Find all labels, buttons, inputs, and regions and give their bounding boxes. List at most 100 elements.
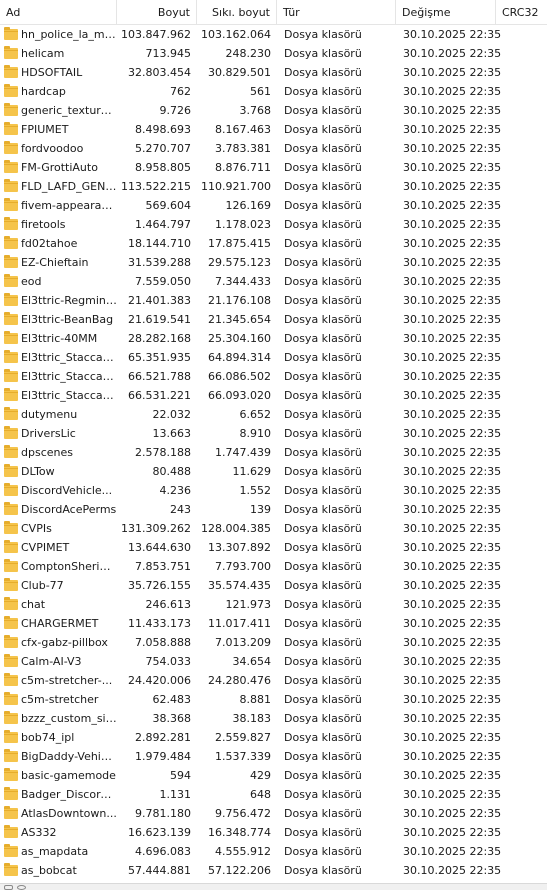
- packed-size-cell: 7.013.209: [215, 636, 271, 649]
- type-cell: Dosya klasörü: [284, 522, 362, 535]
- table-row[interactable]: DiscordAcePerms 243 139 Dosya klasörü 30.10.…: [0, 500, 547, 519]
- packed-size-cell: 3.783.381: [215, 142, 271, 155]
- table-row[interactable]: El3ttric-BeanBag 21.619.541 21.345.654 Dosy…: [0, 310, 547, 329]
- modified-cell: 30.10.2025 22:35: [403, 313, 502, 326]
- table-row[interactable]: generic_texture_... 9.726 3.768 Dosya klasö…: [0, 101, 547, 120]
- table-row[interactable]: Badger_Discord_... 1.131 648 Dosya klasörü 3…: [0, 785, 547, 804]
- modified-cell: 30.10.2025 22:35: [403, 28, 502, 41]
- table-row[interactable]: c5m-stretcher-... 24.420.006 24.280.476 Dos…: [0, 671, 547, 690]
- size-cell: 66.531.221: [128, 389, 191, 402]
- folder-icon: [4, 103, 18, 116]
- table-row[interactable]: EZ-Chieftain 31.539.288 29.575.123 Dosya kl…: [0, 253, 547, 272]
- item-name: bzzz_custom_sig...: [21, 712, 116, 725]
- table-row[interactable]: fivem-appearance 569.604 126.169 Dosya klas…: [0, 196, 547, 215]
- table-row[interactable]: El3ttric-40MM 28.282.168 25.304.160 Dosya k…: [0, 329, 547, 348]
- table-row[interactable]: Calm-AI-V3 754.033 34.654 Dosya klasörü 30.1…: [0, 652, 547, 671]
- item-name: chat: [21, 598, 46, 611]
- table-row[interactable]: FLD_LAFD_GENE... 113.522.215 110.921.700 Do…: [0, 177, 547, 196]
- table-row[interactable]: c5m-stretcher 62.483 8.881 Dosya klasörü 30.…: [0, 690, 547, 709]
- table-row[interactable]: helicam 713.945 248.230 Dosya klasörü 30.10.…: [0, 44, 547, 63]
- table-row[interactable]: HDSOFTAIL 32.803.454 30.829.501 Dosya klasö…: [0, 63, 547, 82]
- table-row[interactable]: hn_police_la_me... 103.847.962 103.162.064…: [0, 25, 547, 44]
- table-row[interactable]: El3ttric_Staccato... 66.521.788 66.086.502…: [0, 367, 547, 386]
- size-cell: 131.309.262: [121, 522, 191, 535]
- table-row[interactable]: CHARGERMET 11.433.173 11.017.411 Dosya klas…: [0, 614, 547, 633]
- modified-cell: 30.10.2025 22:35: [403, 693, 502, 706]
- packed-size-cell: 30.829.501: [208, 66, 271, 79]
- modified-cell: 30.10.2025 22:35: [403, 655, 502, 668]
- table-row[interactable]: hardcap 762 561 Dosya klasörü 30.10.2025 22:…: [0, 82, 547, 101]
- table-row[interactable]: AtlasDowntown... 9.781.180 9.756.472 Dosya …: [0, 804, 547, 823]
- table-row[interactable]: DiscordVehicle... 4.236 1.552 Dosya klasörü…: [0, 481, 547, 500]
- type-cell: Dosya klasörü: [284, 465, 362, 478]
- column-header-crc32[interactable]: CRC32: [496, 0, 547, 24]
- packed-size-cell: 3.768: [239, 104, 272, 117]
- table-row[interactable]: FPIUMET 8.498.693 8.167.463 Dosya klasörü 30…: [0, 120, 547, 139]
- type-cell: Dosya klasörü: [284, 826, 362, 839]
- packed-size-cell: 648: [250, 788, 271, 801]
- table-row[interactable]: FM-GrottiAuto 8.958.805 8.876.711 Dosya kla…: [0, 158, 547, 177]
- table-row[interactable]: Club-77 35.726.155 35.574.435 Dosya klasörü…: [0, 576, 547, 595]
- table-row[interactable]: as_mapdata 4.696.083 4.555.912 Dosya klasör…: [0, 842, 547, 861]
- modified-cell: 30.10.2025 22:35: [403, 769, 502, 782]
- table-row[interactable]: El3ttric-Regmint... 21.401.383 21.176.108 D…: [0, 291, 547, 310]
- sort-chevron-icon: ⌄: [50, 0, 57, 3]
- table-row[interactable]: as_bobcat 57.444.881 57.122.206 Dosya klasö…: [0, 861, 547, 880]
- table-row[interactable]: AS332 16.623.139 16.348.774 Dosya klasörü 30…: [0, 823, 547, 842]
- size-cell: 28.282.168: [128, 332, 191, 345]
- column-header-packed-size[interactable]: Sıkı. boyut: [197, 0, 277, 24]
- table-row[interactable]: DLTow 80.488 11.629 Dosya klasörü 30.10.2025…: [0, 462, 547, 481]
- column-header-size[interactable]: Boyut: [117, 0, 197, 24]
- packed-size-cell: 4.555.912: [215, 845, 271, 858]
- type-cell: Dosya klasörü: [284, 142, 362, 155]
- table-row[interactable]: bob74_ipl 2.892.281 2.559.827 Dosya klasörü…: [0, 728, 547, 747]
- item-name: hn_police_la_me...: [21, 28, 116, 41]
- disk-icon[interactable]: [17, 885, 26, 890]
- table-row[interactable]: bzzz_custom_sig... 38.368 38.183 Dosya klas…: [0, 709, 547, 728]
- table-row[interactable]: basic-gamemode 594 429 Dosya klasörü 30.10.2…: [0, 766, 547, 785]
- item-name: c5m-stretcher: [21, 693, 99, 706]
- table-row[interactable]: chat 246.613 121.973 Dosya klasörü 30.10.202…: [0, 595, 547, 614]
- table-row[interactable]: cfx-gabz-pillbox 7.058.888 7.013.209 Dosya …: [0, 633, 547, 652]
- table-row[interactable]: El3ttric_Staccato... 66.531.221 66.093.020…: [0, 386, 547, 405]
- table-row[interactable]: fordvoodoo 5.270.707 3.783.381 Dosya klasör…: [0, 139, 547, 158]
- item-name: as_bobcat: [21, 864, 77, 877]
- name-cell: bob74_ipl: [2, 728, 116, 747]
- packed-size-cell: 8.881: [239, 693, 272, 706]
- item-name: HDSOFTAIL: [21, 66, 83, 79]
- packed-size-cell: 66.086.502: [208, 370, 271, 383]
- modified-cell: 30.10.2025 22:35: [403, 85, 502, 98]
- folder-icon: [4, 160, 18, 173]
- name-cell: Badger_Discord_...: [2, 785, 116, 804]
- name-cell: c5m-stretcher-...: [2, 671, 116, 690]
- name-cell: EZ-Chieftain: [2, 253, 116, 272]
- table-row[interactable]: CVPIMET 13.644.630 13.307.892 Dosya klasörü…: [0, 538, 547, 557]
- name-cell: cfx-gabz-pillbox: [2, 633, 116, 652]
- size-cell: 66.521.788: [128, 370, 191, 383]
- folder-icon: [4, 350, 18, 363]
- view-mode-icon[interactable]: [4, 885, 13, 890]
- table-row[interactable]: BigDaddy-Vehicl... 1.979.484 1.537.339 Dosy…: [0, 747, 547, 766]
- table-row[interactable]: ComptonSheriff... 7.853.751 7.793.700 Dosya…: [0, 557, 547, 576]
- packed-size-cell: 1.537.339: [215, 750, 271, 763]
- column-header-type[interactable]: Tür: [277, 0, 396, 24]
- table-row[interactable]: eod 7.559.050 7.344.433 Dosya klasörü 30.10.…: [0, 272, 547, 291]
- table-row[interactable]: firetools 1.464.797 1.178.023 Dosya klasörü…: [0, 215, 547, 234]
- item-name: bob74_ipl: [21, 731, 75, 744]
- table-row[interactable]: DriversLic 13.663 8.910 Dosya klasörü 30.10.…: [0, 424, 547, 443]
- table-row[interactable]: CVPIs 131.309.262 128.004.385 Dosya klasörü…: [0, 519, 547, 538]
- packed-size-cell: 38.183: [232, 712, 272, 725]
- column-header-name[interactable]: ⌄ Ad: [0, 0, 117, 24]
- name-cell: CHARGERMET: [2, 614, 116, 633]
- name-cell: FPIUMET: [2, 120, 116, 139]
- table-row[interactable]: fd02tahoe 18.144.710 17.875.415 Dosya klasö…: [0, 234, 547, 253]
- table-row[interactable]: El3ttric_Staccato... 65.351.935 64.894.314…: [0, 348, 547, 367]
- folder-icon: [4, 578, 18, 591]
- size-cell: 8.498.693: [135, 123, 191, 136]
- folder-icon: [4, 274, 18, 287]
- modified-cell: 30.10.2025 22:35: [403, 332, 502, 345]
- folder-icon: [4, 730, 18, 743]
- column-header-modified[interactable]: Değişme: [396, 0, 496, 24]
- table-row[interactable]: dpscenes 2.578.188 1.747.439 Dosya klasörü 3…: [0, 443, 547, 462]
- table-row[interactable]: dutymenu 22.032 6.652 Dosya klasörü 30.10.20…: [0, 405, 547, 424]
